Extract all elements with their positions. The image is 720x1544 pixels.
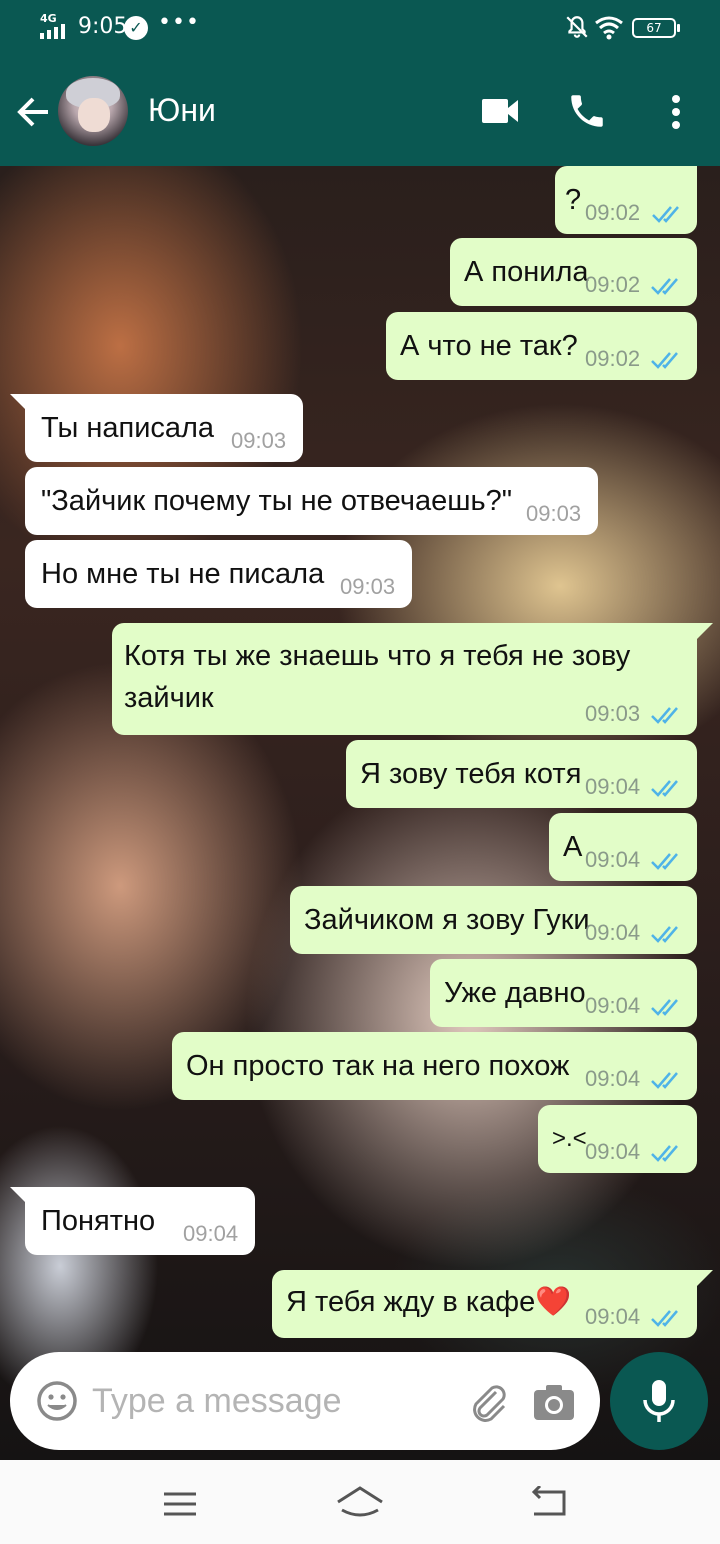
more-notifications-icon: ••• xyxy=(158,10,200,35)
message-outgoing[interactable]: А 09:04 xyxy=(549,813,697,881)
check-circle-icon: ✓ xyxy=(124,16,148,40)
attach-icon[interactable] xyxy=(466,1380,510,1424)
read-ticks-icon xyxy=(651,707,678,724)
message-outgoing[interactable]: А что не так? 09:02 xyxy=(386,312,697,380)
message-time: 09:02 xyxy=(585,346,641,371)
message-text: А что не так? xyxy=(400,330,578,362)
mic-icon xyxy=(643,1380,675,1422)
read-ticks-icon xyxy=(651,278,678,295)
message-time: 09:03 xyxy=(340,574,396,599)
message-input[interactable] xyxy=(92,1376,452,1426)
message-time: 09:03 xyxy=(231,428,287,453)
message-time: 09:04 xyxy=(585,1139,641,1164)
phone-icon[interactable] xyxy=(566,90,608,132)
read-ticks-icon xyxy=(651,352,678,369)
message-time: 09:04 xyxy=(585,993,641,1018)
message-text: Ты написала xyxy=(41,412,215,444)
read-ticks-icon xyxy=(651,1310,678,1327)
message-text: Зайчиком я зову Гуки xyxy=(304,904,590,936)
video-call-icon[interactable] xyxy=(480,94,520,128)
message-time: 09:04 xyxy=(585,1066,641,1091)
back-arrow-icon[interactable] xyxy=(14,92,54,132)
back-nav-icon[interactable] xyxy=(528,1486,568,1520)
signal-icon xyxy=(40,24,65,39)
message-outgoing[interactable]: Зайчиком я зову Гуки 09:04 xyxy=(290,886,697,954)
message-incoming[interactable]: Понятно 09:04 xyxy=(25,1187,255,1255)
message-incoming[interactable]: Но мне ты не писала 09:03 xyxy=(25,540,412,608)
message-text: Он просто так на него похож xyxy=(186,1050,570,1082)
more-vert-icon[interactable] xyxy=(664,92,688,132)
message-text: Уже давно xyxy=(444,977,586,1009)
status-time: 9:05 xyxy=(78,14,128,39)
message-outgoing[interactable]: ? 09:02 xyxy=(555,166,697,234)
message-outgoing[interactable]: Он просто так на него похож 09:04 xyxy=(172,1032,697,1100)
message-text: Я тебя жду в кафе❤️ xyxy=(286,1286,572,1318)
avatar[interactable] xyxy=(58,76,128,146)
status-bar: 4G 9:05 ✓ ••• 67 xyxy=(0,0,720,56)
message-incoming[interactable]: Ты написала 09:03 xyxy=(25,394,303,462)
contact-name[interactable]: Юни xyxy=(148,92,216,129)
home-icon[interactable] xyxy=(334,1484,386,1522)
message-time: 09:03 xyxy=(526,501,582,526)
message-time: 09:02 xyxy=(585,272,641,297)
message-outgoing[interactable]: Я тебя жду в кафе❤️ 09:04 xyxy=(272,1270,697,1338)
message-time: 09:04 xyxy=(585,774,641,799)
read-ticks-icon xyxy=(651,1145,678,1162)
voice-message-button[interactable] xyxy=(610,1352,708,1450)
message-text: Я зову тебя котя xyxy=(360,758,582,790)
read-ticks-icon xyxy=(651,853,678,870)
message-incoming[interactable]: "Зайчик почему ты не отвечаешь?" 09:03 xyxy=(25,467,598,535)
message-time: 09:04 xyxy=(183,1221,239,1246)
emoji-icon[interactable] xyxy=(36,1380,78,1422)
read-ticks-icon xyxy=(651,780,678,797)
message-outgoing[interactable]: Уже давно 09:04 xyxy=(430,959,697,1027)
message-time: 09:03 xyxy=(585,701,641,726)
chat-header: Юни xyxy=(0,56,720,166)
wifi-icon xyxy=(595,16,623,40)
message-text: А xyxy=(563,831,583,863)
system-nav-bar xyxy=(0,1460,720,1544)
message-text: Понятно xyxy=(41,1205,156,1237)
recent-apps-icon[interactable] xyxy=(162,1490,198,1518)
read-ticks-icon xyxy=(651,999,678,1016)
message-time: 09:02 xyxy=(585,200,641,225)
message-composer xyxy=(10,1352,600,1450)
message-text: "Зайчик почему ты не отвечаешь?" xyxy=(41,485,513,517)
message-outgoing[interactable]: >.< 09:04 xyxy=(538,1105,697,1173)
battery-icon: 67 xyxy=(632,18,680,38)
message-text: >.< xyxy=(552,1125,587,1152)
message-text: Но мне ты не писала xyxy=(41,558,325,590)
read-ticks-icon xyxy=(652,206,679,223)
message-time: 09:04 xyxy=(585,920,641,945)
bell-off-icon xyxy=(566,16,588,38)
chat-messages: ? 09:02 А понила 09:02 А что не так? 09:… xyxy=(0,166,720,1460)
camera-icon[interactable] xyxy=(532,1382,576,1422)
message-outgoing[interactable]: Я зову тебя котя 09:04 xyxy=(346,740,697,808)
message-text: ? xyxy=(565,184,582,216)
message-text: А понила xyxy=(464,256,589,288)
read-ticks-icon xyxy=(651,926,678,943)
message-time: 09:04 xyxy=(585,847,641,872)
read-ticks-icon xyxy=(651,1072,678,1089)
message-time: 09:04 xyxy=(585,1304,641,1329)
message-outgoing[interactable]: А понила 09:02 xyxy=(450,238,697,306)
message-outgoing[interactable]: Котя ты же знаешь что я тебя не зову зай… xyxy=(112,623,697,735)
